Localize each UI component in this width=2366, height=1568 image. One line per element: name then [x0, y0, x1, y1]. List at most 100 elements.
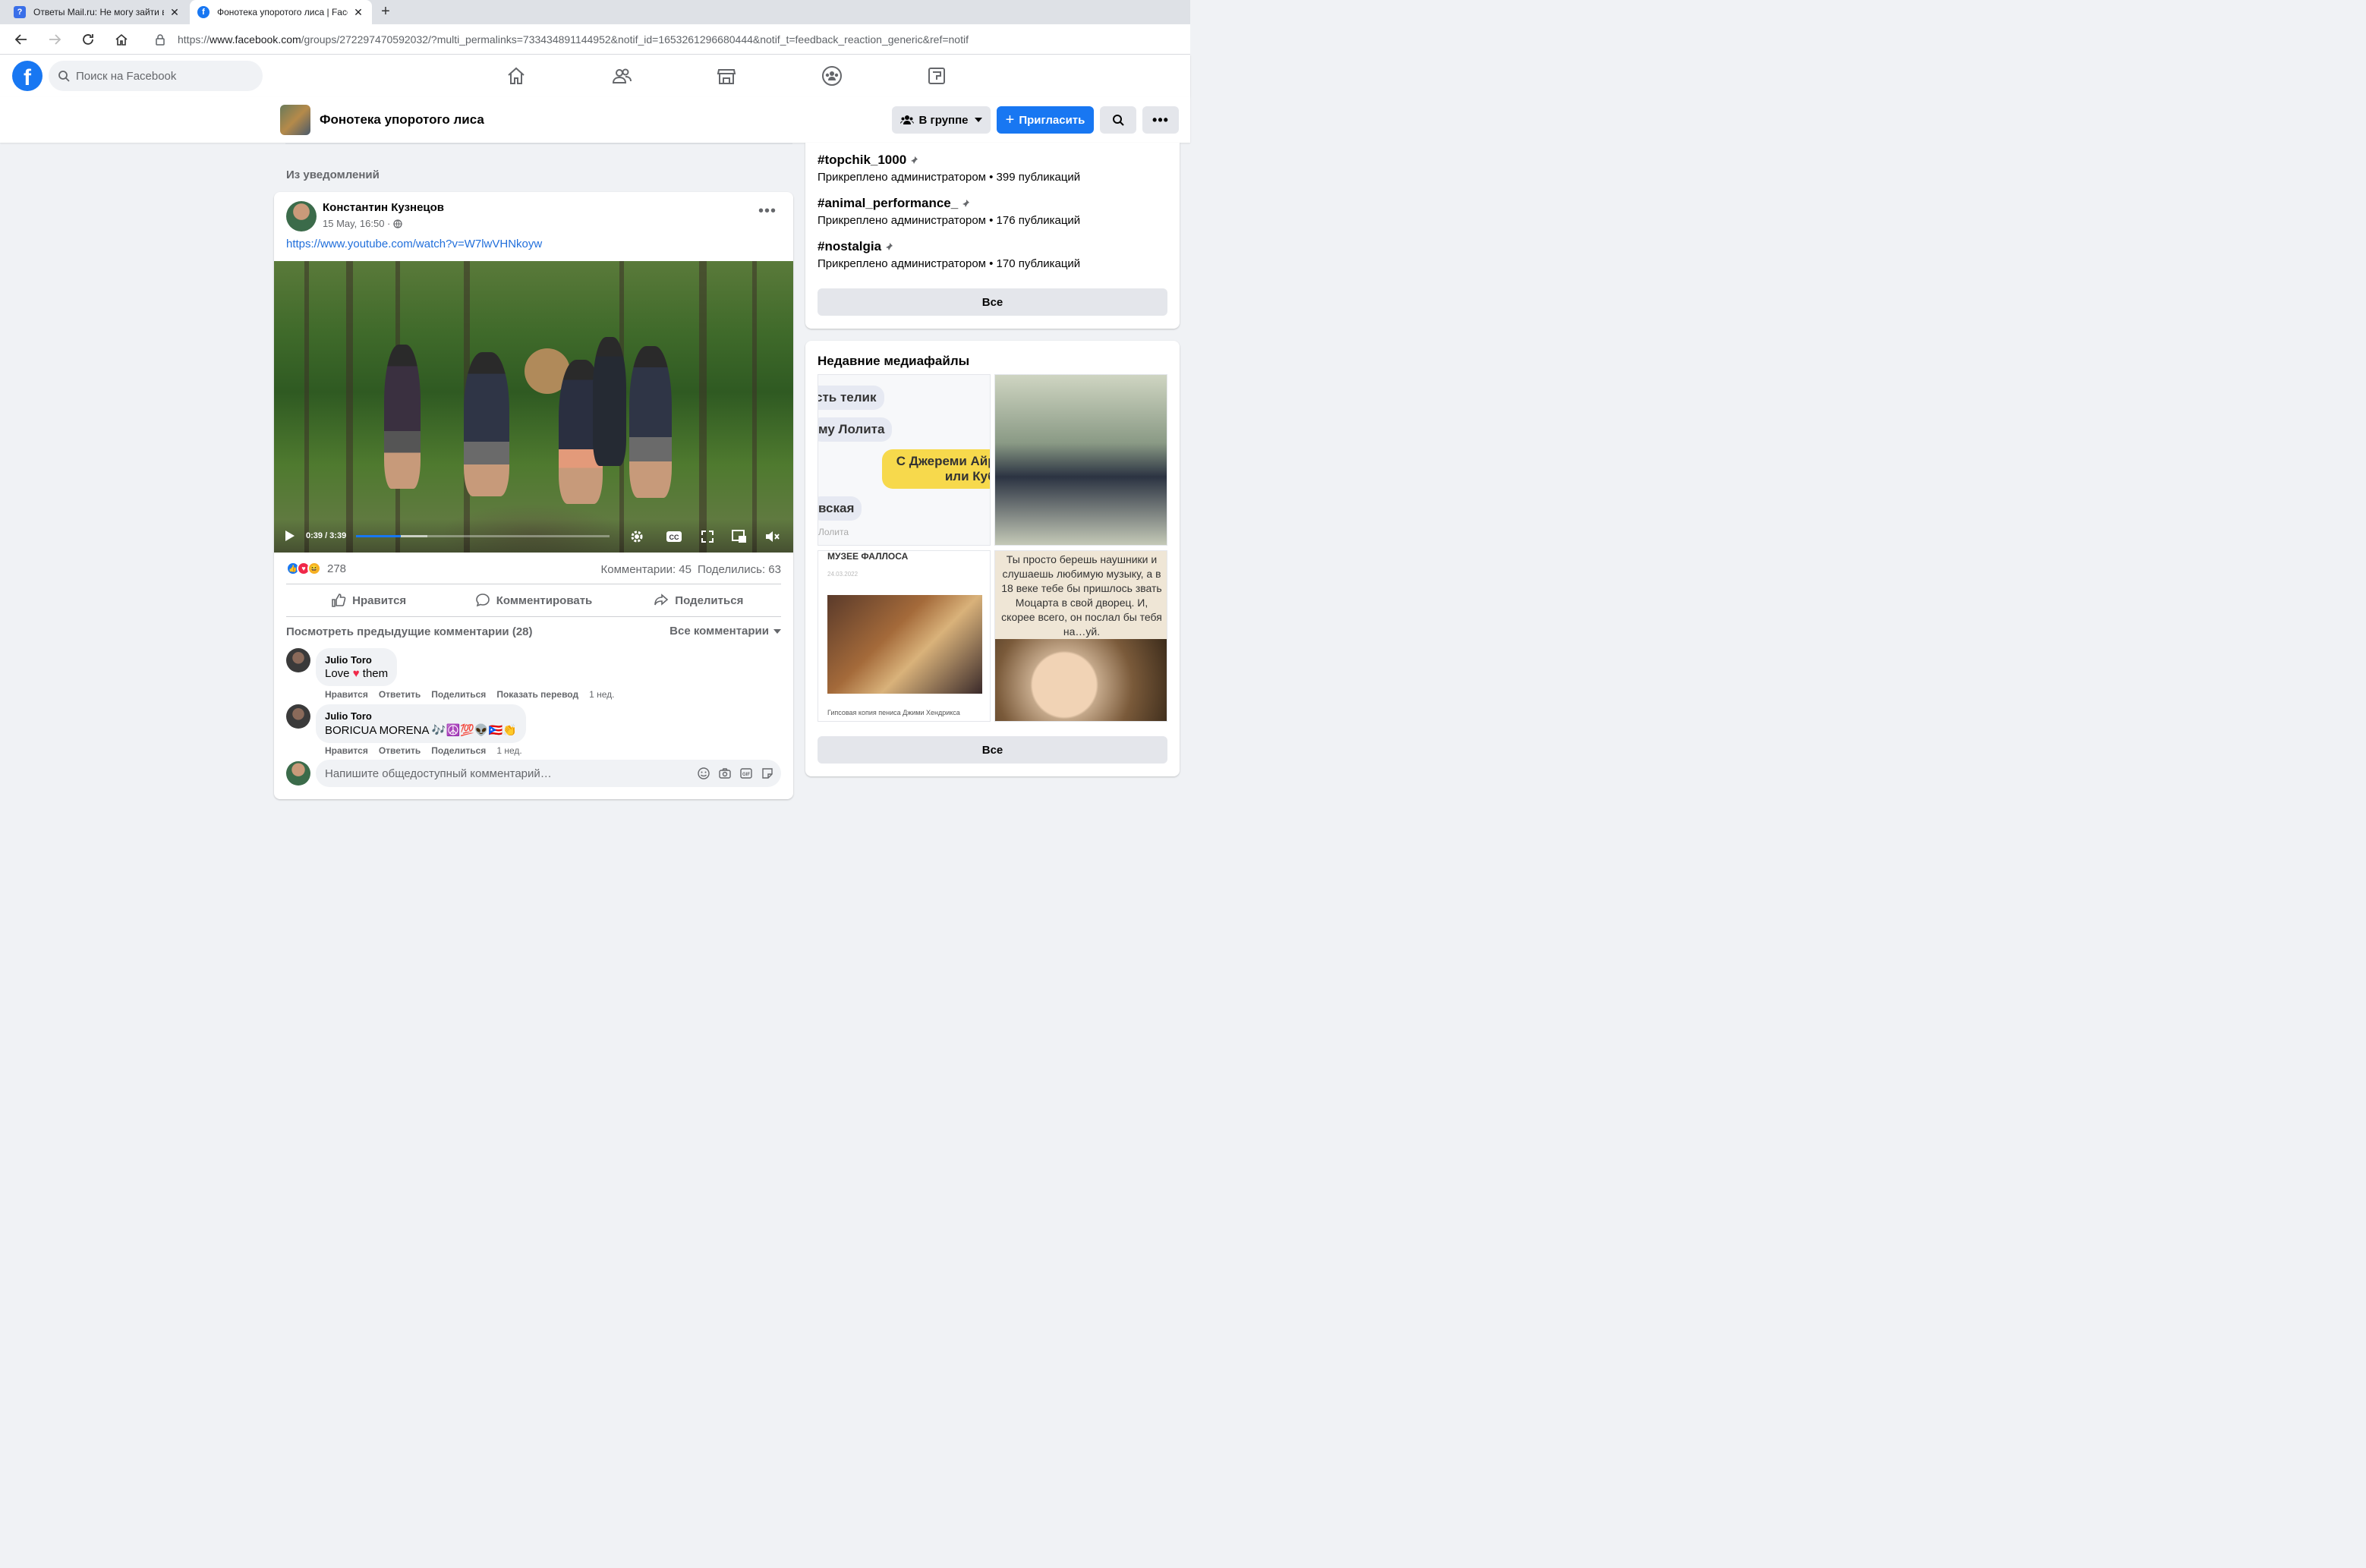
address-bar[interactable]: https://www.facebook.com/groups/27229747…	[144, 27, 1184, 52]
search-input[interactable]: Поиск на Facebook	[49, 61, 263, 91]
browser-tab-facebook[interactable]: f Фонотека упоротого лиса | Face ✕	[190, 0, 372, 24]
media-photo	[827, 595, 982, 694]
reactions-summary[interactable]: 👍 ♥ 😆 278	[286, 562, 346, 575]
back-button[interactable]	[11, 29, 32, 50]
video-progress-fill	[356, 535, 402, 537]
picture-in-picture-icon	[732, 530, 746, 543]
media-thumbnail[interactable]: Ты просто берешь наушники и слушаешь люб…	[994, 550, 1167, 722]
mini-player-button[interactable]	[731, 528, 748, 545]
invite-button[interactable]: + Пригласить	[997, 106, 1094, 134]
comment-author[interactable]: Julio Toro	[325, 654, 388, 666]
comment-actions: Нравится Ответить Поделиться 1 нед.	[325, 745, 533, 756]
post-card: Константин Кузнецов 15 May, 16:50 · ••• …	[274, 192, 793, 799]
topic-meta: Прикреплено администратором • 176 публик…	[818, 214, 1081, 227]
comment-share-link[interactable]: Поделиться	[431, 689, 486, 700]
group-name[interactable]: Фонотека упоротого лиса	[320, 112, 484, 128]
comment-share-link[interactable]: Поделиться	[431, 745, 486, 756]
browser-toolbar: https://www.facebook.com/groups/27229747…	[0, 24, 1190, 55]
share-button[interactable]: Поделиться	[616, 584, 781, 616]
nav-groups[interactable]	[820, 64, 844, 88]
all-media-button[interactable]: Все	[818, 736, 1167, 764]
comment-like-link[interactable]: Нравится	[325, 745, 368, 756]
group-more-button[interactable]: •••	[1142, 106, 1179, 134]
post-link[interactable]: https://www.youtube.com/watch?v=W7lwVHNk…	[286, 238, 542, 250]
sticker-icon	[762, 768, 773, 779]
close-tab-icon[interactable]: ✕	[352, 6, 364, 19]
settings-button[interactable]	[629, 528, 645, 545]
avatar[interactable]	[286, 761, 310, 786]
post-author[interactable]: Константин Кузнецов	[323, 201, 444, 214]
comment-sort-dropdown[interactable]: Все комментарии	[669, 625, 781, 638]
recent-media-card: Недавние медиафайлы сть телик му Лолита …	[805, 341, 1180, 776]
facebook-logo[interactable]: f	[12, 61, 43, 91]
comment-time[interactable]: 1 нед.	[496, 745, 521, 756]
avatar[interactable]	[286, 201, 317, 231]
group-header: Фонотека упоротого лиса В группе + Пригл…	[0, 97, 1190, 143]
shares-count[interactable]: Поделились: 63	[698, 563, 781, 576]
fullscreen-button[interactable]	[699, 528, 716, 545]
nav-home[interactable]	[504, 64, 528, 88]
post-options-button[interactable]: •••	[757, 203, 778, 221]
mute-button[interactable]	[764, 528, 780, 545]
comment-bubble: Julio Toro BORICUA MORENA 🎶☮️💯👽🇵🇷👏	[316, 704, 526, 743]
decor-tree	[752, 261, 757, 553]
all-topics-button[interactable]: Все	[818, 288, 1167, 316]
url-host: www.facebook.com	[210, 33, 301, 46]
home-icon	[508, 67, 525, 84]
post-date[interactable]: 15 May, 16:50 ·	[323, 218, 390, 229]
photo-button[interactable]	[718, 767, 732, 780]
show-translation-link[interactable]: Показать перевод	[496, 689, 578, 700]
comment-like-link[interactable]: Нравится	[325, 689, 368, 700]
comments-count[interactable]: Комментарии: 45	[601, 563, 692, 576]
topic-meta: Прикреплено администратором • 170 публик…	[818, 257, 1081, 270]
nav-marketplace[interactable]	[714, 64, 739, 88]
chat-bubble-text: вская	[818, 496, 862, 521]
nav-gaming[interactable]	[925, 64, 949, 88]
caret-down-icon	[974, 118, 982, 122]
view-previous-comments[interactable]: Посмотреть предыдущие комментарии (28)	[286, 625, 533, 638]
close-tab-icon[interactable]: ✕	[169, 6, 181, 19]
new-tab-button[interactable]: +	[376, 3, 395, 21]
topic-row[interactable]: #topchik_1000 Прикреплено администраторо…	[818, 153, 1080, 184]
comment-bubble: Julio Toro Love ♥ them	[316, 648, 398, 686]
video-figure	[384, 345, 421, 489]
captions-button[interactable]: CC	[666, 528, 682, 545]
browser-tab-bar: ? Ответы Mail.ru: Не могу зайти в ✕ f Фо…	[0, 0, 1190, 24]
forward-button[interactable]	[44, 29, 65, 50]
nav-friends[interactable]	[610, 64, 634, 88]
caret-down-icon	[773, 628, 781, 634]
sticker-button[interactable]	[761, 767, 774, 780]
video-player[interactable]: 0:39 / 3:39 CC	[274, 261, 793, 553]
comment-input[interactable]: Напишите общедоступный комментарий… GIF	[316, 760, 781, 787]
gif-button[interactable]: GIF	[739, 767, 753, 780]
home-button[interactable]	[111, 29, 132, 50]
comment-reply-link[interactable]: Ответить	[379, 689, 421, 700]
video-figure	[464, 352, 509, 496]
video-progress[interactable]	[356, 535, 610, 537]
media-thumbnail[interactable]: сть телик му Лолита С Джереми Айро или К…	[818, 374, 991, 546]
arrow-right-icon	[49, 34, 61, 45]
emoji-button[interactable]	[697, 767, 710, 780]
comment-button[interactable]: Комментировать	[451, 584, 616, 616]
like-button[interactable]: Нравится	[286, 584, 451, 616]
topic-row[interactable]: #nostalgia Прикреплено администратором •…	[818, 239, 1080, 270]
reload-button[interactable]	[77, 29, 99, 50]
svg-text:CC: CC	[669, 534, 679, 541]
tab-title: Фонотека упоротого лиса | Face	[217, 7, 348, 17]
media-photo	[995, 639, 1167, 721]
browser-tab-mailru[interactable]: ? Ответы Mail.ru: Не могу зайти в ✕	[6, 0, 188, 24]
group-thumbnail[interactable]	[280, 105, 310, 135]
svg-text:GIF: GIF	[742, 773, 750, 777]
media-thumbnail[interactable]: МУЗЕЕ ФАЛЛОСА 24.03.2022 Гипсовая копия …	[818, 550, 991, 722]
avatar[interactable]	[286, 648, 310, 672]
comment-reply-link[interactable]: Ответить	[379, 745, 421, 756]
comment-time[interactable]: 1 нед.	[589, 689, 614, 700]
media-thumbnail[interactable]	[994, 374, 1167, 546]
group-search-button[interactable]	[1100, 106, 1136, 134]
post-meta: 15 May, 16:50 ·	[323, 218, 403, 229]
comment-author[interactable]: Julio Toro	[325, 710, 517, 722]
topic-meta: Прикреплено администратором • 399 публик…	[818, 171, 1081, 184]
in-group-button[interactable]: В группе	[892, 106, 991, 134]
avatar[interactable]	[286, 704, 310, 729]
topic-row[interactable]: #animal_performance_ Прикреплено админис…	[818, 196, 1080, 227]
